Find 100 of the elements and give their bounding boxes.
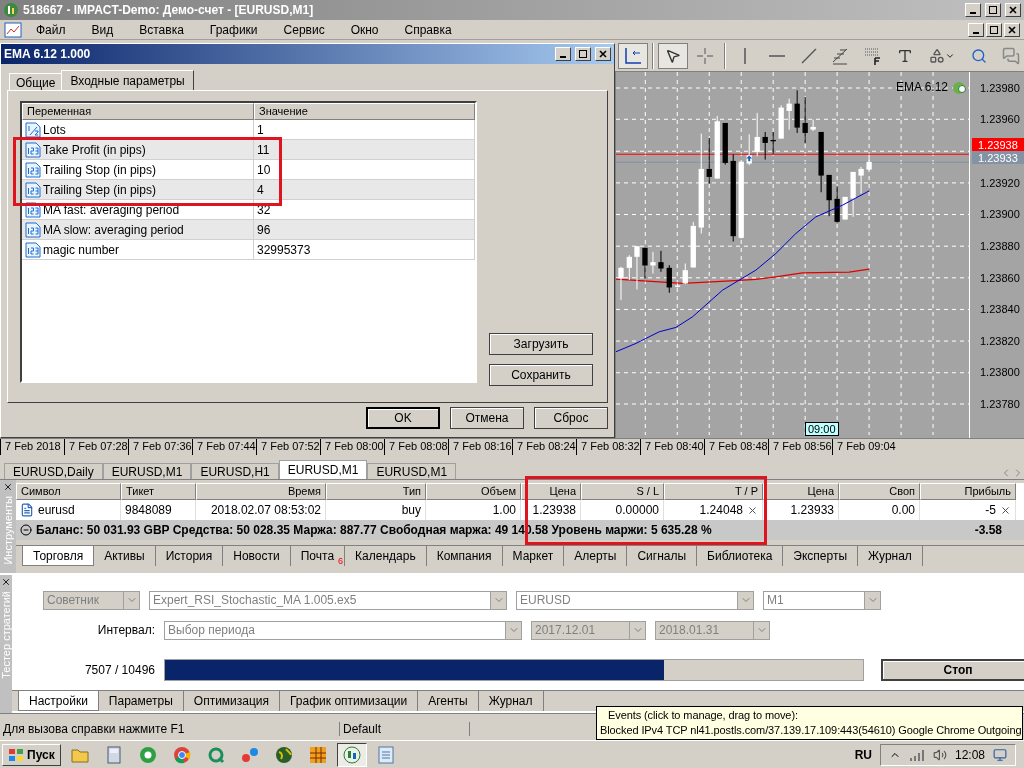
select-field[interactable]: Expert_RSI_Stochastic_MA 1.005.ex5 [149, 590, 507, 610]
tab[interactable]: Агенты [418, 691, 479, 711]
parameter-value[interactable]: 11 [257, 142, 270, 157]
close-icon[interactable] [1000, 504, 1011, 516]
tab[interactable]: Журнал [858, 546, 923, 566]
tab[interactable]: Входные параметры [61, 70, 194, 90]
menu-item[interactable]: Сервис [271, 22, 337, 37]
language-indicator[interactable]: RU [854, 747, 872, 762]
chart-tab[interactable]: EURUSD,Daily [4, 463, 103, 479]
app-icon [3, 2, 19, 18]
dialog-button[interactable]: Загрузить [489, 333, 593, 355]
time-label: 7 Feb 08:16 [448, 439, 512, 455]
parameter-value[interactable]: 96 [257, 222, 271, 237]
time-label: 7 Feb 08:08 [384, 439, 448, 455]
tab[interactable]: Общие [9, 73, 63, 90]
menu-item[interactable]: Графики [197, 22, 270, 37]
tab[interactable]: Почта 6 [290, 546, 346, 566]
column-header[interactable]: Переменная [22, 103, 254, 120]
close-icon[interactable] [3, 482, 13, 492]
status-text: Для вызова справки нажмите F1 [0, 722, 340, 736]
window-title: 518667 - IMPACT-Demo: Демо-счет - [EURUSD,M1] [23, 3, 315, 17]
tab[interactable]: Журнал [478, 691, 544, 711]
column-header[interactable]: Цена [763, 483, 839, 500]
column-header[interactable]: Своп [839, 483, 920, 500]
maximize-button[interactable] [575, 47, 591, 61]
column-header[interactable]: Символ [16, 483, 121, 500]
column-header[interactable]: Значение [254, 103, 475, 120]
tab[interactable]: Календарь [345, 546, 427, 566]
column-header[interactable]: T / P [664, 483, 763, 500]
menu-item[interactable]: Окно [338, 22, 391, 37]
tab[interactable]: История [155, 546, 224, 566]
column-header[interactable]: Объем [426, 483, 521, 500]
tab[interactable]: Параметры [98, 691, 184, 711]
taskbar-button[interactable] [336, 742, 367, 767]
calculator-icon [106, 745, 121, 764]
time-label: 7 Feb 08:48 [704, 439, 768, 455]
tab[interactable]: Торговля [22, 546, 95, 566]
menu-item[interactable]: Файл [24, 22, 78, 37]
column-header[interactable]: S / L [581, 483, 664, 500]
signal-icon[interactable] [908, 748, 925, 761]
maximize-button[interactable] [986, 22, 1002, 37]
tab[interactable]: График оптимизации [280, 691, 419, 711]
close-button[interactable] [1005, 3, 1021, 17]
menu-item[interactable]: Вид [79, 22, 126, 37]
panel-title: Инструменты [2, 496, 14, 565]
volume-icon[interactable] [932, 747, 947, 762]
notification-popup[interactable]: Events (click to manage, drag to move): Blocked IPv4 TCP nl41.postls.com/37.139.17.109:443(54610) Google Chrome Outgoing [596, 706, 1023, 740]
start-button[interactable]: Пуск [2, 743, 61, 766]
select-field[interactable]: M1 [763, 590, 881, 610]
stop-button[interactable]: Стоп [881, 659, 1024, 681]
column-header[interactable]: Тикет [121, 483, 196, 500]
select-field[interactable]: EURUSD [516, 590, 754, 610]
menu-item[interactable]: Справка [392, 22, 464, 37]
column-header[interactable]: Время [196, 483, 326, 500]
field-label: Интервал: [96, 623, 155, 637]
collapse-icon[interactable] [20, 524, 32, 536]
show-desktop-icon[interactable] [993, 747, 1007, 762]
maximize-button[interactable] [985, 3, 1001, 17]
close-icon[interactable] [747, 504, 758, 516]
select-field[interactable]: Выбор периода [164, 620, 522, 640]
tab[interactable]: Новости [223, 546, 291, 566]
tab[interactable]: Библиотека [697, 546, 784, 566]
candle [802, 96, 808, 144]
chart-tab[interactable]: EURUSD,H1 [191, 463, 279, 479]
parameter-value[interactable]: 4 [257, 182, 264, 197]
toolbar-button[interactable] [658, 42, 688, 69]
chart-tab[interactable]: EURUSD,M1 [102, 463, 192, 479]
close-icon[interactable] [1, 577, 11, 587]
column-header[interactable]: Цена [521, 483, 581, 500]
dialog-button[interactable]: Отмена [450, 407, 524, 429]
tab[interactable]: Сигналы [627, 546, 698, 566]
close-button[interactable] [595, 47, 611, 61]
clock[interactable]: 12:08 [954, 747, 985, 762]
tab[interactable]: Настройки [18, 691, 99, 711]
column-header[interactable]: Тип [326, 483, 426, 500]
parameter-value[interactable]: 32995373 [257, 242, 311, 257]
document-icon [20, 503, 34, 517]
dialog-button[interactable]: OK [366, 407, 440, 429]
parameter-value[interactable]: 10 [257, 162, 271, 177]
tab[interactable]: Оптимизация [183, 691, 281, 711]
panel-title: Тестер стратегий [0, 591, 12, 679]
minimize-button[interactable] [965, 3, 981, 17]
toolbar-button[interactable] [618, 42, 648, 69]
dialog-button[interactable]: Сохранить [489, 364, 593, 386]
close-icon [599, 50, 607, 58]
tab[interactable]: Маркет [502, 546, 565, 566]
tab[interactable]: Компания [426, 546, 503, 566]
menu-item[interactable]: Вставка [127, 22, 196, 37]
chart-tab[interactable]: EURUSD,M1 [278, 460, 368, 479]
close-button[interactable] [1004, 22, 1020, 37]
column-header[interactable]: Прибыль [920, 483, 1016, 500]
minimize-button[interactable] [968, 22, 984, 37]
tab[interactable]: Эксперты [783, 546, 859, 566]
parameter-value[interactable]: 1 [257, 122, 264, 137]
dialog-button[interactable]: Сброс [534, 407, 608, 429]
minimize-button[interactable] [555, 47, 571, 61]
tab[interactable]: Алерты [564, 546, 628, 566]
chart-tab[interactable]: EURUSD,M1 [367, 463, 457, 479]
price-label: 1.23820 [979, 334, 1021, 347]
tab[interactable]: Активы [94, 546, 156, 566]
